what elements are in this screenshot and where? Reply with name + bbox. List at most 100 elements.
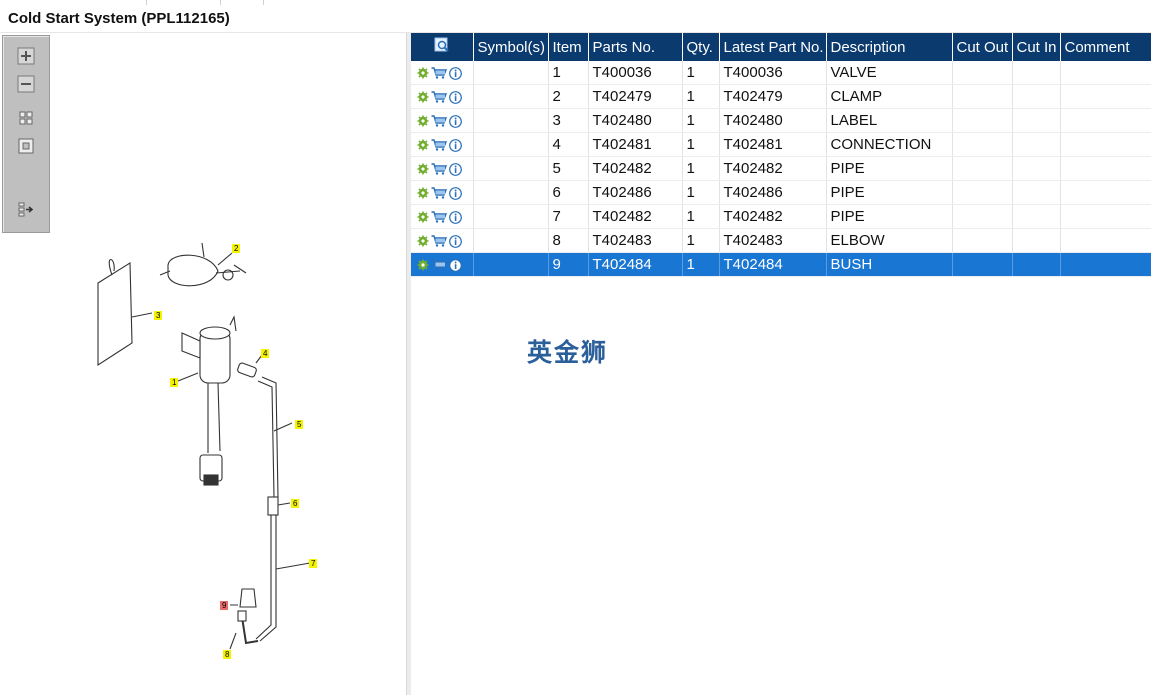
cell-comment: [1060, 204, 1151, 229]
cell-item: 7: [548, 204, 589, 229]
column-header-item[interactable]: Item: [548, 33, 589, 61]
gear-icon[interactable]: [417, 67, 429, 79]
illustration-pane[interactable]: 3 2 1 4 5 6 7 9 8: [0, 33, 406, 695]
cell-symbols: [473, 180, 549, 205]
cell-item: 8: [548, 228, 589, 253]
row-actions: [411, 204, 474, 229]
search-list-icon[interactable]: [434, 37, 450, 53]
row-actions: [411, 84, 474, 109]
fit-all-icon: [18, 110, 34, 126]
column-header-comment[interactable]: Comment: [1060, 33, 1151, 61]
cell-cut-out: [952, 180, 1013, 205]
fit-all-button[interactable]: [16, 108, 36, 128]
table-row[interactable]: 5 T402482 1 T402482 PIPE: [411, 156, 1151, 181]
tab-divider: [220, 0, 221, 5]
table-row[interactable]: 7 T402482 1 T402482 PIPE: [411, 204, 1151, 229]
tab-divider: [263, 0, 264, 5]
cart-icon[interactable]: [431, 211, 447, 223]
cell-parts-no: T402482: [588, 204, 683, 229]
cell-item: 1: [548, 61, 589, 85]
gear-icon[interactable]: [417, 91, 429, 103]
table-row[interactable]: 3 T402480 1 T402480 LABEL: [411, 108, 1151, 133]
cart-icon[interactable]: [431, 163, 447, 175]
table-row[interactable]: 2 T402479 1 T402479 CLAMP: [411, 84, 1151, 109]
column-header-cut-in[interactable]: Cut In: [1012, 33, 1061, 61]
cell-comment: [1060, 228, 1151, 253]
info-icon[interactable]: [449, 186, 462, 200]
cell-qty: 1: [682, 84, 720, 109]
row-actions: [411, 61, 474, 85]
cell-latest-part-no: T402480: [719, 108, 827, 133]
cell-parts-no: T402479: [588, 84, 683, 109]
column-header-qty[interactable]: Qty.: [682, 33, 720, 61]
cart-icon[interactable]: [431, 139, 447, 151]
info-icon[interactable]: [449, 90, 462, 104]
gear-icon[interactable]: [417, 259, 429, 271]
row-actions: [411, 180, 474, 205]
cell-item: 9: [548, 252, 589, 277]
info-icon[interactable]: [449, 210, 462, 224]
info-icon[interactable]: [449, 114, 462, 128]
cell-parts-no: T400036: [588, 61, 683, 85]
cell-symbols: [473, 132, 549, 157]
cell-qty: 1: [682, 204, 720, 229]
cell-description: LABEL: [826, 108, 953, 133]
cell-cut-in: [1012, 228, 1061, 253]
table-row[interactable]: 8 T402483 1 T402483 ELBOW: [411, 228, 1151, 253]
cell-cut-out: [952, 204, 1013, 229]
cart-icon[interactable]: [431, 235, 447, 247]
column-header-symbols[interactable]: Symbol(s): [473, 33, 549, 61]
info-icon[interactable]: [449, 138, 462, 152]
cell-item: 3: [548, 108, 589, 133]
zoom-in-button[interactable]: [16, 46, 36, 66]
callout-7: 7: [311, 559, 316, 568]
cell-description: VALVE: [826, 61, 953, 85]
page-title: Cold Start System (PPL112165): [8, 10, 230, 27]
info-icon[interactable]: [449, 66, 462, 80]
row-actions: [411, 228, 474, 253]
info-icon[interactable]: [449, 162, 462, 176]
gear-icon[interactable]: [417, 235, 429, 247]
column-header-cut-out[interactable]: Cut Out: [952, 33, 1013, 61]
part-connection: [237, 362, 257, 378]
column-header-description[interactable]: Description: [826, 33, 953, 61]
cell-item: 6: [548, 180, 589, 205]
actual-size-button[interactable]: [16, 136, 36, 156]
callout-9: 9: [222, 601, 227, 610]
info-icon[interactable]: [449, 234, 462, 248]
export-button[interactable]: [16, 200, 36, 220]
zoom-out-button[interactable]: [16, 74, 36, 94]
cell-symbols: [473, 204, 549, 229]
column-header-actions[interactable]: [411, 33, 474, 61]
cell-comment: [1060, 180, 1151, 205]
gear-icon[interactable]: [417, 139, 429, 151]
cell-cut-in: [1012, 252, 1061, 277]
table-row[interactable]: 6 T402486 1 T402486 PIPE: [411, 180, 1151, 205]
table-row[interactable]: 9 T402484 1 T402484 BUSH: [411, 252, 1151, 277]
cell-cut-in: [1012, 156, 1061, 181]
gear-icon[interactable]: [417, 115, 429, 127]
column-header-parts-no[interactable]: Parts No.: [588, 33, 683, 61]
cart-icon[interactable]: [431, 187, 447, 199]
callout-5: 5: [297, 420, 302, 429]
cart-icon[interactable]: [431, 67, 447, 79]
cart-icon[interactable]: [431, 91, 447, 103]
info-icon[interactable]: [449, 258, 462, 272]
table-row[interactable]: 1 T400036 1 T400036 VALVE: [411, 61, 1151, 85]
gear-icon[interactable]: [417, 187, 429, 199]
gear-icon[interactable]: [417, 163, 429, 175]
cell-comment: [1060, 61, 1151, 85]
table-row[interactable]: 4 T402481 1 T402481 CONNECTION: [411, 132, 1151, 157]
exploded-parts-diagram[interactable]: 3 2 1 4 5 6 7 9 8: [60, 213, 360, 673]
cart-icon[interactable]: [431, 259, 447, 271]
cart-icon[interactable]: [431, 115, 447, 127]
cell-comment: [1060, 108, 1151, 133]
cell-parts-no: T402481: [588, 132, 683, 157]
gear-icon[interactable]: [417, 211, 429, 223]
cell-latest-part-no: T402482: [719, 156, 827, 181]
cell-cut-in: [1012, 204, 1061, 229]
cell-latest-part-no: T400036: [719, 61, 827, 85]
table-header-row: Symbol(s) Item Parts No. Qty. Latest Par…: [411, 33, 1151, 61]
column-header-latest-part-no[interactable]: Latest Part No.: [719, 33, 827, 61]
cell-comment: [1060, 132, 1151, 157]
